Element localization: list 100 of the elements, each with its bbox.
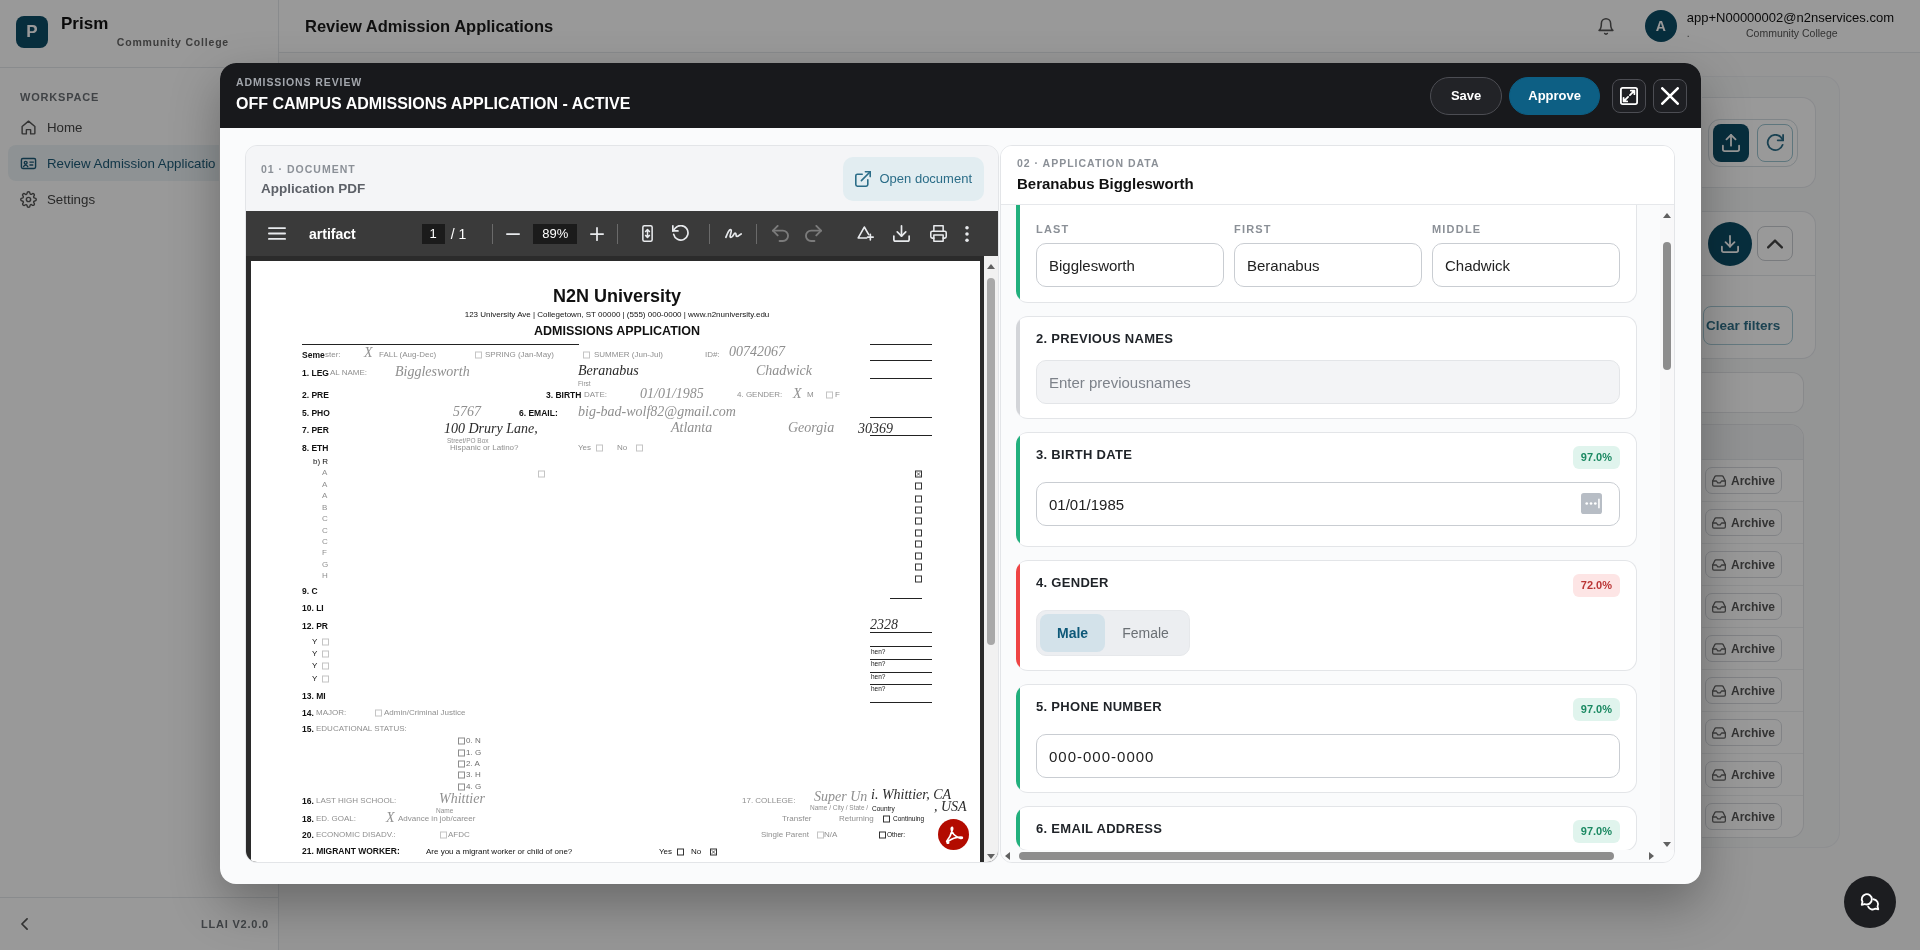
form-text: SPRING (Jan-May) <box>485 350 554 360</box>
form-text: Y <box>312 661 318 671</box>
form-text: MAJOR: <box>316 708 347 718</box>
inbox-icon <box>1712 683 1726 698</box>
form-label: 20. <box>302 829 314 841</box>
inbox-icon <box>1712 767 1726 782</box>
horizontal-scrollbar[interactable] <box>1001 850 1674 862</box>
field-label: 4. GENDER <box>1036 574 1109 591</box>
form-text: ID#: <box>705 350 720 360</box>
handwritten-entry: 00742067 <box>729 343 785 361</box>
bell-icon[interactable] <box>1597 17 1614 35</box>
inbox-icon <box>1712 725 1726 740</box>
inbox-icon <box>1712 473 1726 488</box>
plus-icon[interactable] <box>590 226 605 241</box>
form-label: Seme <box>302 349 325 361</box>
form-label: 12. PR <box>302 620 328 632</box>
page-number-field[interactable]: 1 <box>421 223 445 244</box>
form-label: 16. <box>302 795 314 807</box>
archive-button[interactable]: Archive <box>1705 803 1783 830</box>
sidebar-item[interactable]: Home <box>8 109 219 145</box>
zoom-field[interactable]: 89% <box>533 223 578 244</box>
open-document-button[interactable]: Open document <box>843 156 984 201</box>
more-vertical-icon[interactable] <box>965 225 970 242</box>
handwritten-entry: Beranabus <box>578 362 639 380</box>
handwritten-entry: Whittier <box>439 790 485 808</box>
approve-button[interactable]: Approve <box>1509 76 1600 115</box>
form-label: 5. PHO <box>302 407 330 419</box>
archive-button[interactable]: Archive <box>1705 677 1783 704</box>
user-avatar[interactable]: A <box>1644 10 1677 42</box>
inbox-icon <box>1712 641 1726 656</box>
archive-button[interactable]: Archive <box>1705 593 1783 620</box>
triangle-plus-icon[interactable] <box>857 225 875 242</box>
archive-button[interactable]: Archive <box>1705 719 1783 746</box>
name-field[interactable]: Bigglesworth <box>1036 243 1224 287</box>
archive-button[interactable]: Archive <box>1705 761 1783 788</box>
rotate-icon[interactable] <box>672 225 690 242</box>
address-line: 123 University Ave | Collegetown, ST 00000 | (555) 000-0000 | www.n2nuniversity.edu <box>464 310 770 320</box>
form-text: AFDC <box>448 830 470 840</box>
inbox-icon <box>1712 557 1726 572</box>
sidebar-item[interactable]: Settings <box>8 181 219 217</box>
handwritten-entry: 2328 <box>870 616 898 634</box>
chevron-left-icon <box>21 918 28 930</box>
archive-button[interactable]: Archive <box>1705 551 1783 578</box>
form-text: Transfer <box>782 814 812 824</box>
vertical-scrollbar[interactable] <box>984 256 998 862</box>
form-text: B <box>322 503 328 513</box>
date-field[interactable]: 01/01/1985 <box>1036 482 1620 526</box>
form-label: 3. BIRTH <box>546 389 582 401</box>
input-field[interactable] <box>1702 372 1804 413</box>
text-field[interactable]: Enter previousnames <box>1036 360 1620 404</box>
upload-icon <box>1722 133 1740 152</box>
toggle-option[interactable]: Male <box>1040 614 1106 652</box>
name-field[interactable]: Chadwick <box>1432 243 1620 287</box>
form-text: 2. A <box>466 759 480 769</box>
file-name: artifact <box>309 225 356 242</box>
expand-icon <box>1620 86 1638 105</box>
close-icon <box>1661 86 1679 105</box>
download-button[interactable] <box>1708 221 1752 266</box>
print-icon[interactable] <box>930 225 948 242</box>
menu-icon[interactable] <box>268 227 286 240</box>
form-text: 1. G <box>466 748 482 758</box>
toggle-option[interactable]: Female <box>1105 614 1186 652</box>
close-button[interactable] <box>1653 78 1687 113</box>
form-text: Y <box>312 674 318 684</box>
field-caption: LAST <box>1036 222 1070 236</box>
confidence-badge: 97.0% <box>1572 698 1620 721</box>
user-department: . <box>1686 26 1690 40</box>
upload-button[interactable] <box>1713 123 1749 162</box>
page-title: Review Admission Applications <box>305 16 554 36</box>
handwritten-entry: Super Un <box>814 788 868 805</box>
refresh-button[interactable] <box>1757 123 1793 162</box>
form-text: Hispanic or Latino? <box>450 443 519 453</box>
form-label: 9. C <box>302 585 318 597</box>
inbox-icon <box>1712 599 1726 614</box>
archive-button[interactable]: Archive <box>1705 467 1783 494</box>
collapse-button[interactable] <box>21 918 28 930</box>
clear-filters-button[interactable]: Clear filters <box>1703 306 1793 345</box>
sidebar-item[interactable]: Review Admission Applicatio <box>8 145 219 181</box>
handwritten-entry: 30369 <box>858 420 893 438</box>
archive-button[interactable]: Archive <box>1705 509 1783 536</box>
modal-eyebrow: ADMISSIONS REVIEW <box>236 76 363 89</box>
form-label: 14. <box>302 707 314 719</box>
archive-button[interactable]: Archive <box>1705 635 1783 662</box>
minus-icon[interactable] <box>506 232 521 235</box>
form-text: Are you a migrant worker or child of one? <box>426 847 573 857</box>
name-field[interactable]: Beranabus <box>1234 243 1422 287</box>
text-field[interactable]: 000-000-0000 <box>1036 734 1620 778</box>
form-text: No <box>691 847 702 857</box>
version-label: LLAI V2.0.0 <box>200 918 269 930</box>
step-label: 01 · DOCUMENT <box>261 162 356 176</box>
expand-button[interactable] <box>1612 78 1646 113</box>
form-text: 0. N <box>466 736 481 746</box>
download-icon[interactable] <box>893 225 911 242</box>
save-button[interactable]: Save <box>1429 76 1503 115</box>
form-text: No <box>617 443 628 453</box>
form-text: A <box>322 480 328 490</box>
confidence-badge: 97.0% <box>1572 446 1620 469</box>
pdf-icon[interactable] <box>938 819 969 850</box>
handwritten-entry: Atlanta <box>671 419 713 437</box>
download-icon <box>1721 234 1739 253</box>
